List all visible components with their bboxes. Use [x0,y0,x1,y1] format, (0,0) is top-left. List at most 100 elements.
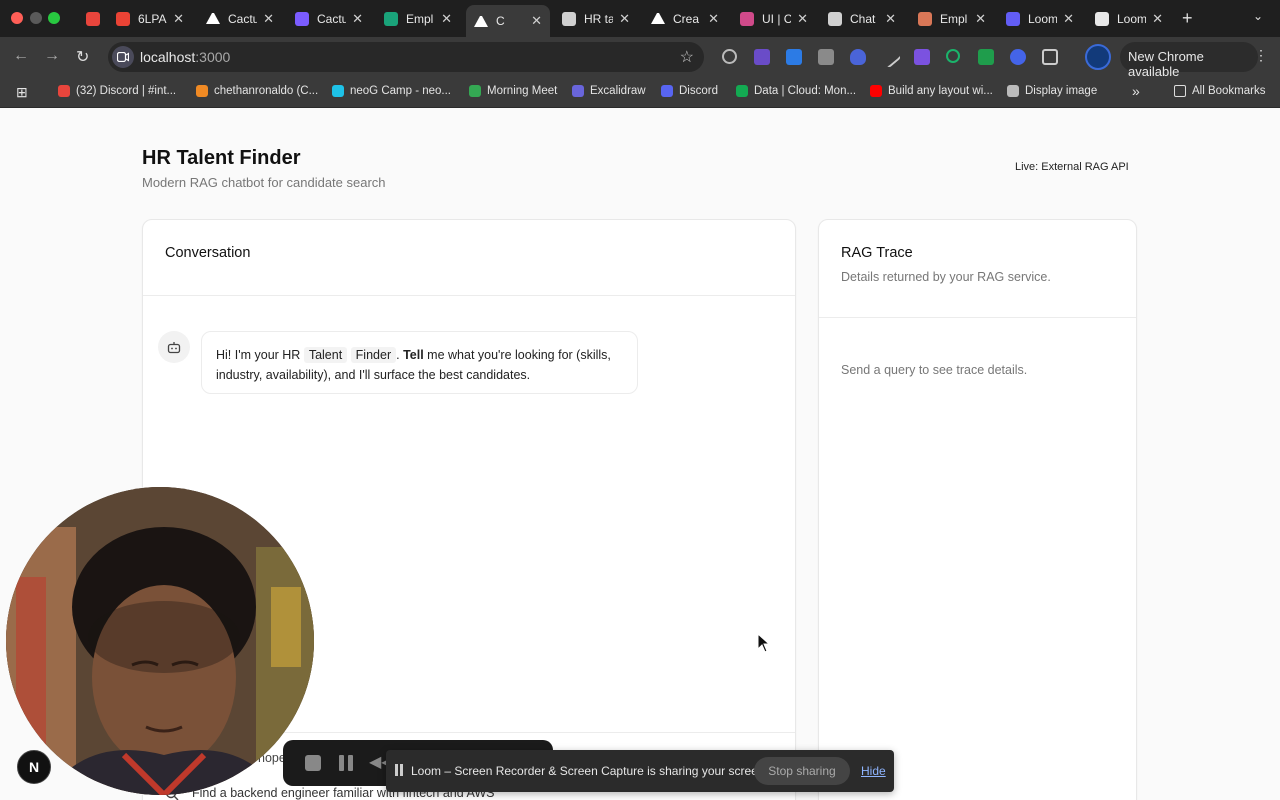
nextjs-dev-indicator[interactable]: N [17,750,51,784]
browser-tab[interactable]: Empl ✕ [910,5,994,32]
url-text[interactable]: localhost:3000 [140,49,230,65]
extension-target-icon[interactable] [722,49,737,64]
mongodb-icon [736,85,748,97]
close-tab-icon[interactable]: ✕ [1152,11,1163,27]
browser-tab[interactable]: UI | C ✕ [732,5,816,32]
close-tab-icon[interactable]: ✕ [441,11,452,27]
excalidraw-icon [572,85,584,97]
extension-pen-icon[interactable] [878,45,902,69]
extension-grey-icon[interactable] [818,49,834,65]
browser-tab-title: HR ta [584,11,614,26]
apps-grid-icon[interactable]: ⊞ [16,84,28,101]
bookmark-item[interactable]: Data | Cloud: Mon... [736,85,856,97]
extension-twitch-icon[interactable] [914,49,930,65]
more-bookmarks-icon[interactable]: » [1132,83,1140,99]
claude-icon [918,11,932,26]
close-tab-icon[interactable]: ✕ [797,11,808,27]
bookmark-label: Build any layout wi... [888,85,993,97]
stop-recording-button[interactable] [305,755,321,771]
extension-purple-icon[interactable] [754,49,770,65]
browser-tab[interactable]: Loom ✕ [998,5,1082,32]
address-bar[interactable]: localhost:3000 ☆ [108,42,704,72]
bookmark-item[interactable]: Excalidraw [572,85,646,97]
bookmark-label: Display image [1025,85,1098,97]
close-tab-icon[interactable]: ✕ [885,11,896,27]
browser-tab[interactable]: Empl ✕ [376,5,460,32]
close-tab-icon[interactable]: ✕ [975,11,986,27]
extension-blue-icon[interactable] [786,49,802,65]
all-bookmarks-folder[interactable]: All Bookmarks [1174,85,1266,97]
chrome-menu-icon[interactable]: ⋮ [1254,47,1268,64]
browser-tab-title: Chat [850,11,876,26]
bookmark-label: Data | Cloud: Mon... [754,85,857,97]
youtube-icon [870,85,882,97]
close-tab-icon[interactable]: ✕ [173,11,184,27]
bookmark-item[interactable]: Build any layout wi... [870,85,993,97]
rag-trace-panel: RAG Trace Details returned by your RAG s… [818,219,1137,800]
openai-icon [562,11,576,26]
close-tab-icon[interactable]: ✕ [531,13,542,29]
extension-check-icon[interactable] [978,49,994,65]
forward-icon[interactable]: → [44,47,60,65]
site-info-icon[interactable] [112,46,134,68]
api-status-label: Live: External RAG API [1015,161,1129,173]
bookmark-item[interactable]: Morning Meet [469,85,557,97]
profile-avatar[interactable] [1085,44,1111,70]
bookmark-star-icon[interactable]: ☆ [680,47,694,67]
close-tab-icon[interactable]: ✕ [708,11,719,27]
extension-user-icon[interactable] [1010,49,1026,65]
browser-toolbar: ← → ↻ localhost:3000 ☆ 38 1 New Chrome a… [0,37,1280,105]
bookmark-item[interactable]: Discord [661,85,718,97]
new-tab-button[interactable]: + [1182,8,1193,29]
highlight-chip: Talent [303,347,348,363]
back-icon[interactable]: ← [13,47,29,65]
vercel-icon [206,13,220,24]
browser-tab[interactable]: HR ta ✕ [554,5,638,32]
chrome-update-button[interactable]: New Chrome available [1120,42,1258,79]
stop-sharing-button[interactable]: Stop sharing [754,757,850,785]
close-tab-icon[interactable]: ✕ [619,11,630,27]
bot-icon [158,331,190,363]
pause-recording-button[interactable] [339,755,353,771]
bookmark-item[interactable]: chethanronaldo (C... [196,85,318,97]
trace-description: Details returned by your RAG service. [841,270,1051,284]
loom-record-icon [86,11,100,26]
webcam-bubble[interactable] [6,487,314,795]
minimize-window-button[interactable] [30,12,42,24]
extension-shield-icon[interactable] [850,49,866,65]
browser-tab[interactable]: Cactu ✕ [287,5,371,32]
browser-tab[interactable]: Cactu ✕ [198,5,282,32]
bookmark-item[interactable]: (32) Discord | #int... [58,85,176,97]
browser-tab[interactable]: Crea ✕ [643,5,727,32]
close-tab-icon[interactable]: ✕ [263,11,274,27]
browser-tab[interactable] [78,5,100,32]
loom-page-icon [1095,11,1109,26]
browser-tab[interactable]: C ✕ [466,5,550,37]
reload-icon[interactable]: ↻ [76,47,89,67]
extension-search-icon[interactable] [946,49,960,63]
browser-tab[interactable]: Chat ✕ [820,5,904,32]
bolt-icon [384,11,398,26]
close-tab-icon[interactable]: ✕ [1063,11,1074,27]
browser-tab[interactable]: 6LPA ✕ [108,5,192,32]
webcam-video-feed [6,487,314,795]
hide-notification-link[interactable]: Hide [861,764,886,778]
bookmark-label: Discord [679,85,718,97]
browser-tab[interactable]: Loom ✕ [1087,5,1171,32]
tab-search-icon[interactable]: ⌄ [1253,9,1271,27]
mouse-cursor-icon [757,633,771,653]
maximize-window-button[interactable] [48,12,60,24]
openai-icon [828,11,842,26]
extensions-puzzle-icon[interactable] [1042,49,1058,65]
close-window-button[interactable] [11,12,23,24]
conversation-title: Conversation [165,245,251,261]
bookmark-item[interactable]: Display image [1007,85,1097,97]
gmail-icon [116,11,130,26]
bookmark-item[interactable]: neoG Camp - neo... [332,85,451,97]
loom-icon [1006,11,1020,26]
browser-tab-title: Empl [406,11,434,26]
share-message: Loom – Screen Recorder & Screen Capture … [411,764,768,778]
vercel-icon [651,13,665,24]
browser-tab-title: 6LPA [138,11,167,26]
close-tab-icon[interactable]: ✕ [352,11,363,27]
